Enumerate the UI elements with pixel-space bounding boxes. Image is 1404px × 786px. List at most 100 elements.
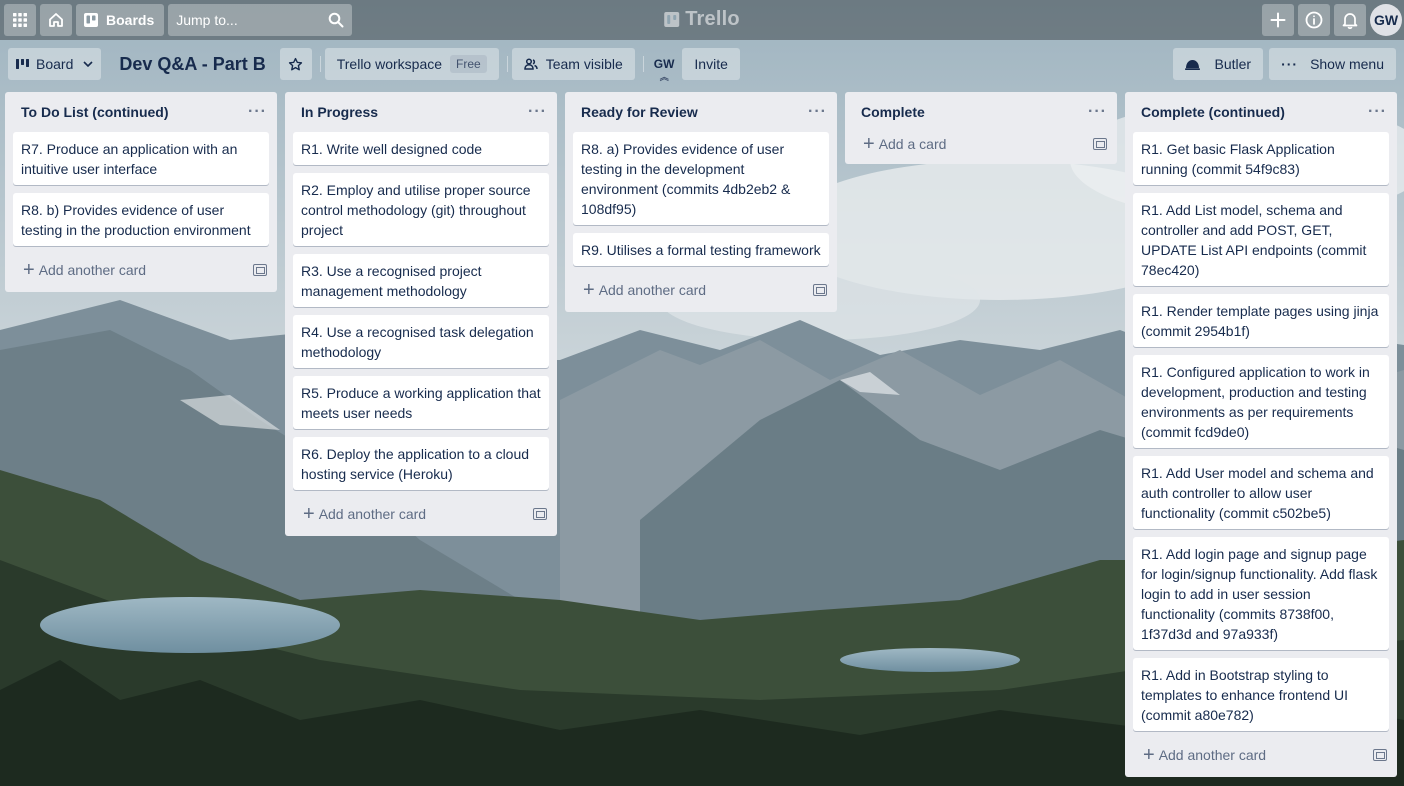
butler-button[interactable]: Butler xyxy=(1173,48,1264,80)
card[interactable]: R1. Add List model, schema and controlle… xyxy=(1133,193,1389,286)
add-card-label: Add another card xyxy=(318,506,427,522)
board-member-initials: GW xyxy=(653,57,675,71)
notifications-button[interactable] xyxy=(1334,4,1366,36)
list-complete-continued: Complete (continued) ··· R1. Get basic F… xyxy=(1125,92,1397,777)
plus-icon: + xyxy=(583,279,595,301)
home-icon xyxy=(49,13,63,27)
workspace-button[interactable]: Trello workspace Free xyxy=(324,48,499,80)
card[interactable]: R1. Add login page and signup page for l… xyxy=(1133,537,1389,650)
apps-button[interactable] xyxy=(4,4,36,36)
avatar-initials: GW xyxy=(1373,12,1399,28)
list-to-do-continued: To Do List (continued) ··· R7. Produce a… xyxy=(5,92,277,292)
create-button[interactable] xyxy=(1262,4,1294,36)
board-view-switcher[interactable]: Board xyxy=(8,48,102,80)
card[interactable]: R5. Produce a working application that m… xyxy=(293,376,549,429)
add-card-button[interactable]: + Add another card xyxy=(285,498,557,530)
add-card-label: Add another card xyxy=(598,282,707,298)
butler-label: Butler xyxy=(1214,56,1252,72)
card[interactable]: R8. a) Provides evidence of user testing… xyxy=(573,132,829,225)
admin-chevron-icon: ︽ xyxy=(659,72,669,82)
card[interactable]: R6. Deploy the application to a cloud ho… xyxy=(293,437,549,490)
butler-icon xyxy=(1185,60,1201,70)
search-input[interactable]: Jump to... xyxy=(168,4,353,36)
bell-icon xyxy=(1342,12,1358,29)
template-icon[interactable] xyxy=(533,508,547,520)
board-view-label: Board xyxy=(36,56,74,72)
card[interactable]: R9. Utilises a formal testing framework xyxy=(573,233,829,266)
boards-button[interactable]: Boards xyxy=(76,4,165,36)
list-title[interactable]: To Do List (continued) xyxy=(21,104,169,120)
apps-icon xyxy=(13,13,27,27)
list-menu-icon[interactable]: ··· xyxy=(528,103,547,121)
board-view-icon xyxy=(16,59,29,69)
info-icon xyxy=(1305,11,1323,29)
card[interactable]: R1. Write well designed code xyxy=(293,132,549,165)
plus-icon xyxy=(1270,12,1286,28)
card[interactable]: R8. b) Provides evidence of user testing… xyxy=(13,193,269,246)
home-button[interactable] xyxy=(40,4,72,36)
trello-logo[interactable]: Trello xyxy=(664,8,740,31)
card[interactable]: R7. Produce an application with an intui… xyxy=(13,132,269,185)
search-placeholder: Jump to... xyxy=(176,12,238,28)
board-lists: To Do List (continued) ··· R7. Produce a… xyxy=(5,92,1404,777)
list-header[interactable]: Complete (continued) ··· xyxy=(1125,92,1397,132)
add-card-label: Add another card xyxy=(1158,747,1267,763)
workspace-label: Trello workspace xyxy=(336,56,443,72)
list-ready-for-review: Ready for Review ··· R8. a) Provides evi… xyxy=(565,92,837,312)
info-button[interactable] xyxy=(1298,4,1330,36)
list-menu-icon[interactable]: ··· xyxy=(248,103,267,121)
star-icon xyxy=(289,57,303,70)
list-title[interactable]: Complete xyxy=(861,104,925,120)
add-card-label: Add a card xyxy=(878,136,947,152)
chevron-down-icon xyxy=(83,61,93,67)
show-menu-label: Show menu xyxy=(1310,56,1384,72)
card[interactable]: R1. Add User model and schema and auth c… xyxy=(1133,456,1389,529)
template-icon[interactable] xyxy=(813,284,827,296)
list-title[interactable]: In Progress xyxy=(301,104,378,120)
visibility-label: Team visible xyxy=(545,56,623,72)
invite-label: Invite xyxy=(694,56,728,72)
invite-button[interactable]: Invite xyxy=(682,48,740,80)
add-card-button[interactable]: + Add a card xyxy=(845,128,1117,160)
card[interactable]: R1. Configured application to work in de… xyxy=(1133,355,1389,448)
template-icon[interactable] xyxy=(1373,749,1387,761)
visibility-button[interactable]: Team visible xyxy=(511,48,635,80)
add-card-button[interactable]: + Add another card xyxy=(1125,739,1397,771)
card[interactable]: R2. Employ and utilise proper source con… xyxy=(293,173,549,246)
trello-logo-icon xyxy=(664,12,680,27)
board-member-avatar[interactable]: GW ︽ xyxy=(653,57,675,82)
card[interactable]: R1. Render template pages using jinja (c… xyxy=(1133,294,1389,347)
workspace-plan-badge: Free xyxy=(450,55,487,73)
list-menu-icon[interactable]: ··· xyxy=(808,103,827,121)
list-title[interactable]: Complete (continued) xyxy=(1141,104,1285,120)
search-icon xyxy=(328,12,344,28)
list-header[interactable]: Complete ··· xyxy=(845,92,1117,132)
card[interactable]: R4. Use a recognised task delegation met… xyxy=(293,315,549,368)
plus-icon: + xyxy=(863,133,875,155)
add-card-button[interactable]: + Add another card xyxy=(5,254,277,286)
list-header[interactable]: Ready for Review ··· xyxy=(565,92,837,132)
card[interactable]: R1. Add in Bootstrap styling to template… xyxy=(1133,658,1389,731)
add-card-label: Add another card xyxy=(38,262,147,278)
list-in-progress: In Progress ··· R1. Write well designed … xyxy=(285,92,557,536)
star-button[interactable] xyxy=(279,48,312,80)
plus-icon: + xyxy=(23,259,35,281)
list-menu-icon[interactable]: ··· xyxy=(1088,103,1107,121)
template-icon[interactable] xyxy=(1093,138,1107,150)
list-menu-icon[interactable]: ··· xyxy=(1368,103,1387,121)
add-card-button[interactable]: + Add another card xyxy=(565,274,837,306)
list-header[interactable]: To Do List (continued) ··· xyxy=(5,92,277,132)
trello-logo-text: Trello xyxy=(685,8,740,30)
list-complete: Complete ··· + Add a card xyxy=(845,92,1117,164)
list-header[interactable]: In Progress ··· xyxy=(285,92,557,132)
board-title[interactable]: Dev Q&A - Part B xyxy=(109,54,275,75)
list-title[interactable]: Ready for Review xyxy=(581,104,698,120)
show-menu-button[interactable]: ··· Show menu xyxy=(1269,48,1396,80)
card[interactable]: R1. Get basic Flask Application running … xyxy=(1133,132,1389,185)
top-navigation: Boards Jump to... Trello GW xyxy=(0,0,1404,40)
team-icon xyxy=(523,58,538,70)
template-icon[interactable] xyxy=(253,264,267,276)
card[interactable]: R3. Use a recognised project management … xyxy=(293,254,549,307)
divider xyxy=(642,56,644,72)
avatar[interactable]: GW xyxy=(1370,4,1402,36)
